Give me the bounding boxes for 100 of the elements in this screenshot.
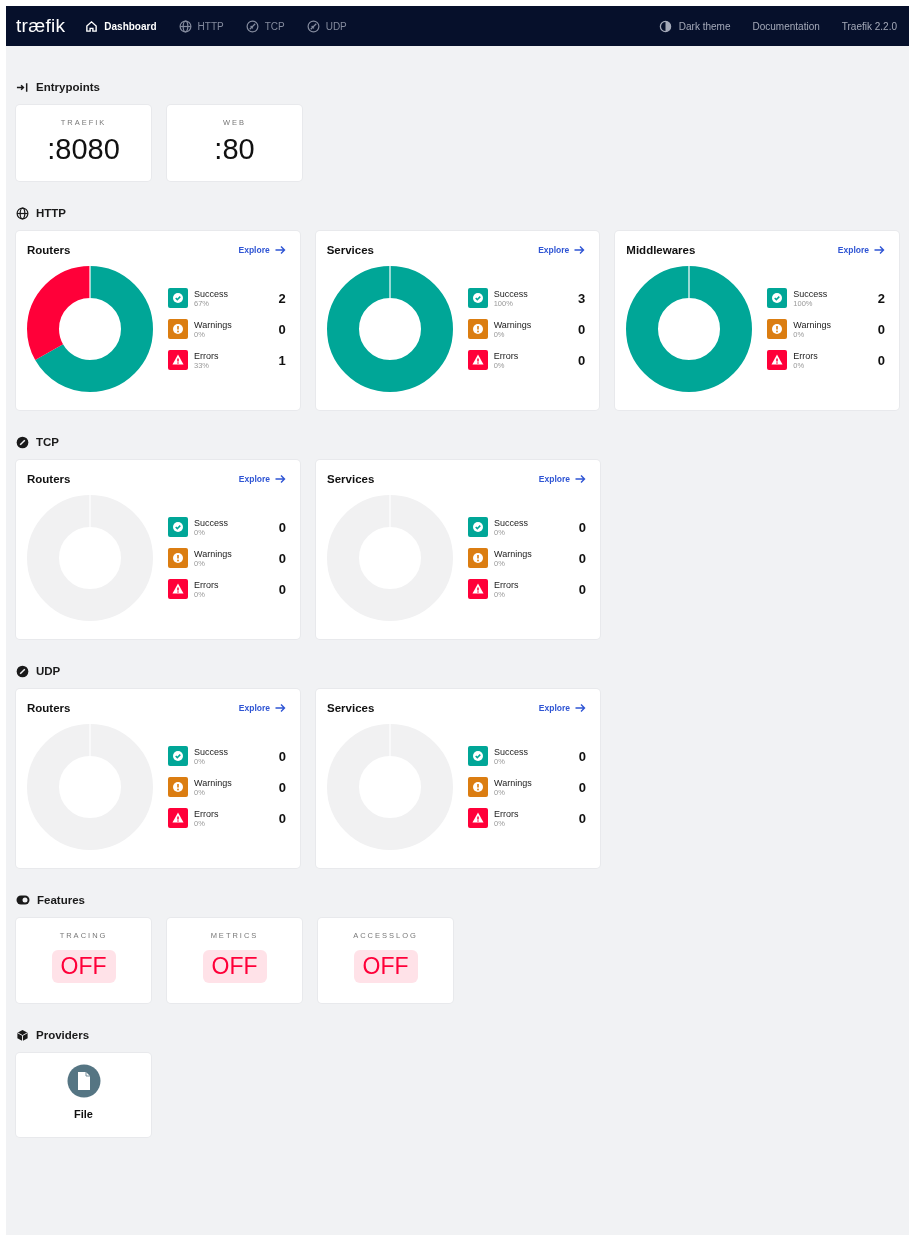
- arrow-icon: [874, 245, 885, 255]
- section-title: HTTP: [36, 207, 67, 219]
- success-icon: [468, 746, 488, 766]
- status-label: Success: [494, 517, 529, 528]
- arrow-icon: [575, 703, 586, 713]
- warning-icon: [168, 319, 188, 339]
- explore-link[interactable]: Explore: [837, 245, 885, 255]
- globe-icon: [16, 206, 29, 220]
- status-label: Success: [793, 288, 829, 299]
- explore-link[interactable]: Explore: [538, 703, 586, 713]
- card-title: Services: [327, 473, 375, 485]
- error-icon: [467, 350, 488, 370]
- arrow-icon: [575, 474, 586, 484]
- file-icon: [66, 1064, 101, 1098]
- entrypoint-port: :80: [214, 133, 255, 166]
- status-count: 3: [578, 290, 586, 306]
- slashed-circle-icon: [16, 435, 29, 449]
- explore-link[interactable]: Explore: [238, 245, 286, 255]
- nav-tab[interactable]: UDP: [306, 19, 347, 33]
- status-count: 0: [578, 581, 586, 597]
- section-title: Features: [37, 894, 85, 906]
- status-label: Errors: [494, 808, 520, 819]
- status-label: Success: [194, 517, 229, 528]
- status-count: 0: [278, 581, 286, 597]
- warning-icon: [468, 777, 488, 797]
- status-label: Errors: [194, 579, 220, 590]
- status-count: 0: [578, 779, 586, 795]
- card-title: Middlewares: [626, 244, 696, 256]
- nav-link[interactable]: Documentation: [752, 20, 820, 32]
- explore-link[interactable]: Explore: [238, 703, 286, 713]
- success-icon: [168, 746, 188, 766]
- status-badge: OFF: [353, 950, 418, 983]
- explore-link[interactable]: Explore: [538, 474, 586, 484]
- status-count: 2: [278, 290, 286, 306]
- status-label: Success: [194, 288, 229, 299]
- warning-icon: [168, 777, 188, 797]
- logo[interactable]: træfik: [16, 15, 66, 37]
- section-title: Providers: [36, 1029, 90, 1041]
- section-title: UDP: [36, 665, 61, 677]
- status-label: Warnings: [494, 777, 533, 788]
- status-badge: OFF: [202, 950, 267, 983]
- status-label: Warnings: [494, 548, 533, 559]
- arrow-icon: [275, 703, 286, 713]
- status-label: Errors: [494, 579, 520, 590]
- nav-tab[interactable]: HTTP: [178, 19, 224, 33]
- card-title: Services: [327, 702, 375, 714]
- card-title: Routers: [27, 244, 71, 256]
- status-count: 0: [278, 779, 286, 795]
- cube-icon: [16, 1028, 29, 1042]
- card-title: Routers: [27, 702, 71, 714]
- status-count: 0: [278, 748, 286, 764]
- status-label: Success: [494, 746, 529, 757]
- error-icon: [168, 579, 188, 599]
- entrypoint-port: :8080: [47, 133, 120, 166]
- error-icon: [468, 579, 488, 599]
- error-icon: [767, 350, 788, 370]
- error-icon: [168, 350, 188, 370]
- section-title: TCP: [36, 436, 59, 448]
- status-label: Warnings: [194, 319, 233, 330]
- status-count: 0: [578, 321, 586, 337]
- arrow-icon: [275, 474, 286, 484]
- globe-icon: [178, 19, 192, 33]
- status-count: 0: [578, 810, 586, 826]
- status-label: Errors: [194, 808, 220, 819]
- nav-tab[interactable]: TCP: [245, 19, 285, 33]
- status-count: 0: [578, 352, 586, 368]
- nav-tab[interactable]: Dashboard: [85, 19, 157, 33]
- status-count: 0: [578, 550, 586, 566]
- theme-toggle[interactable]: Dark theme: [658, 19, 731, 33]
- slashed-circle-icon: [245, 19, 259, 33]
- status-count: 0: [578, 519, 586, 535]
- status-count: 0: [877, 352, 885, 368]
- status-count: 0: [278, 321, 286, 337]
- status-label: Warnings: [194, 777, 233, 788]
- status-label: Errors: [194, 350, 220, 361]
- explore-link[interactable]: Explore: [538, 245, 586, 255]
- status-count: 0: [278, 550, 286, 566]
- enter-icon: [16, 80, 29, 94]
- status-count: 0: [877, 321, 885, 337]
- warning-icon: [767, 319, 788, 339]
- status-label: Warnings: [194, 548, 233, 559]
- status-badge: OFF: [51, 950, 116, 983]
- contrast-icon: [658, 19, 672, 33]
- arrow-icon: [574, 245, 586, 255]
- slashed-circle-icon: [16, 664, 29, 678]
- warning-icon: [468, 548, 488, 568]
- status-count: 0: [278, 810, 286, 826]
- success-icon: [168, 288, 188, 308]
- error-icon: [468, 808, 488, 828]
- success-icon: [468, 517, 488, 537]
- status-label: Success: [194, 746, 229, 757]
- explore-link[interactable]: Explore: [238, 474, 286, 484]
- toggle-icon: [16, 895, 30, 905]
- success-icon: [168, 517, 188, 537]
- status-label: Success: [493, 288, 529, 299]
- success-icon: [467, 288, 488, 308]
- provider-card[interactable]: File: [16, 1053, 151, 1137]
- status-count: 1: [278, 352, 286, 368]
- status-count: 0: [278, 519, 286, 535]
- nav-link[interactable]: Traefik 2.2.0: [841, 20, 897, 32]
